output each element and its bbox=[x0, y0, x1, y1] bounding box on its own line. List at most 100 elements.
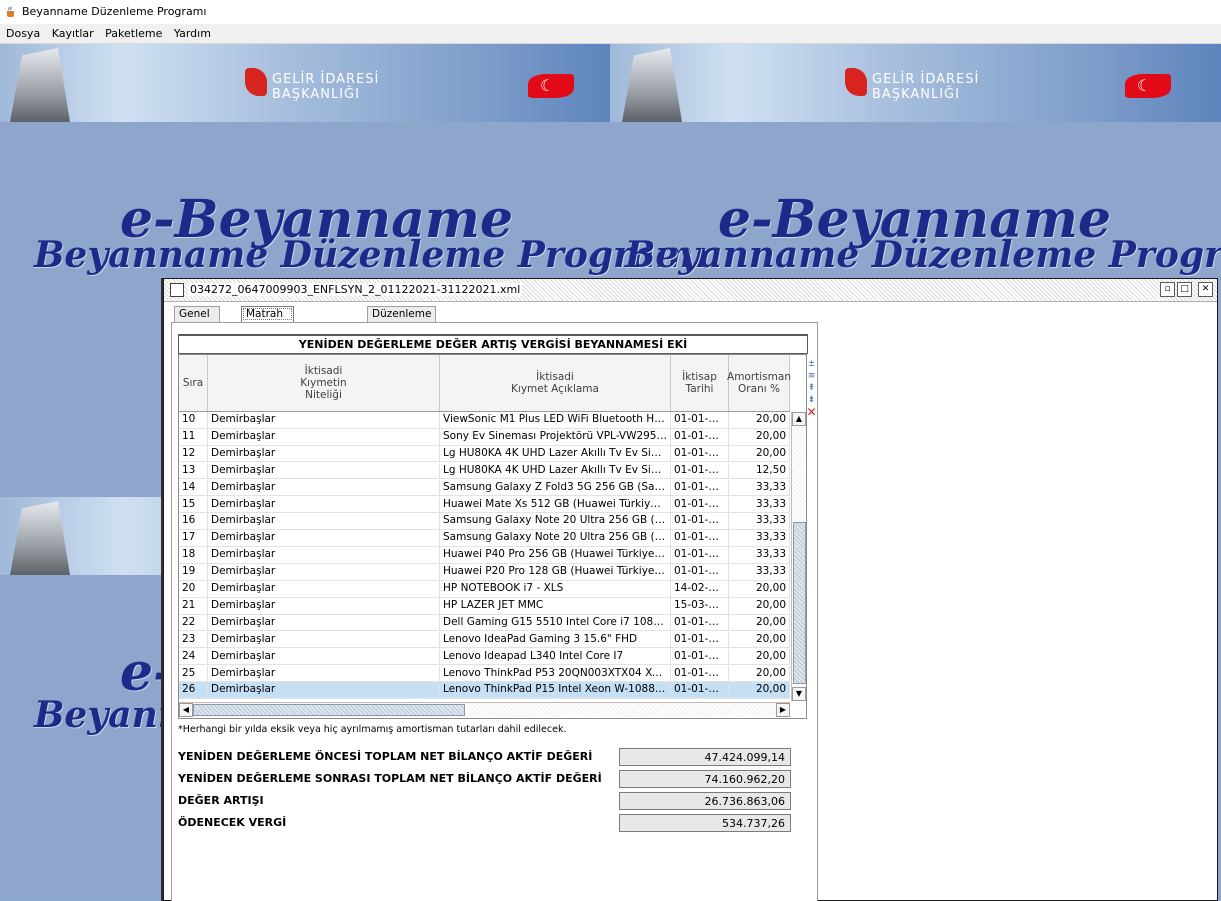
cell-aciklama[interactable]: Dell Gaming G15 5510 Intel Core i7 10870… bbox=[440, 614, 671, 631]
cell-nitelik[interactable]: Demirbaşlar bbox=[208, 665, 440, 682]
cell-tarih[interactable]: 01-01-2021 bbox=[671, 682, 729, 699]
cell-tarih[interactable]: 01-01-2021 bbox=[671, 479, 729, 496]
cell-tarih[interactable]: 01-01-2021 bbox=[671, 648, 729, 665]
menu-dosya[interactable]: Dosya bbox=[6, 24, 40, 43]
cell-oran[interactable]: 33,33 bbox=[729, 547, 790, 563]
col-header-nitelik[interactable]: İktisadi Kıymetin Niteliği bbox=[208, 355, 440, 411]
cell-sira[interactable]: 22 bbox=[179, 614, 208, 631]
menu-yardim[interactable]: Yardım bbox=[174, 24, 211, 43]
cell-nitelik[interactable]: Demirbaşlar bbox=[208, 412, 440, 428]
table-row[interactable]: 16 Demirbaşlar Samsung Galaxy Note 20 Ultr… bbox=[179, 513, 790, 531]
horizontal-scrollbar[interactable]: ◀ ▶ bbox=[179, 702, 790, 717]
cell-oran[interactable]: 20,00 bbox=[729, 597, 790, 614]
cell-oran[interactable]: 20,00 bbox=[729, 412, 790, 428]
vertical-scrollbar[interactable]: ▲ ▼ bbox=[791, 412, 806, 701]
scroll-up-icon[interactable]: ▲ bbox=[792, 412, 806, 426]
cell-sira[interactable]: 13 bbox=[179, 462, 208, 479]
table-row[interactable]: 15 Demirbaşlar Huawei Mate Xs 512 GB (Huaw… bbox=[179, 496, 790, 514]
table-row[interactable]: 18 Demirbaşlar Huawei P40 Pro 256 GB (Huaw… bbox=[179, 547, 790, 564]
table-row[interactable]: 13 Demirbaşlar Lg HU80KA 4K UHD Lazer Akıl… bbox=[179, 462, 790, 480]
table-row[interactable]: 10 Demirbaşlar ViewSonic M1 Plus LED WiFi … bbox=[179, 412, 790, 429]
move-down-icon[interactable]: ⇟ bbox=[806, 395, 817, 405]
table-row[interactable]: 17 Demirbaşlar Samsung Galaxy Note 20 Ultr… bbox=[179, 530, 790, 547]
cell-sira[interactable]: 23 bbox=[179, 631, 208, 648]
cell-sira[interactable]: 20 bbox=[179, 581, 208, 597]
cell-oran[interactable]: 33,33 bbox=[729, 564, 790, 580]
cell-oran[interactable]: 20,00 bbox=[729, 445, 790, 462]
summary-value-odenecek-vergi[interactable]: 534.737,26 bbox=[619, 814, 791, 832]
cell-aciklama[interactable]: Huawei P40 Pro 256 GB (Huawei Türkiye Ga… bbox=[440, 547, 671, 563]
cell-tarih[interactable]: 01-01-2021 bbox=[671, 530, 729, 546]
delete-icon[interactable]: ✕ bbox=[806, 406, 817, 418]
cell-aciklama[interactable]: Lenovo Ideapad L340 Intel Core I7 bbox=[440, 648, 671, 665]
cell-tarih[interactable]: 01-01-2021 bbox=[671, 462, 729, 479]
cell-aciklama[interactable]: Lenovo ThinkPad P53 20QN003XTX04 Xeon bbox=[440, 665, 671, 682]
cell-tarih[interactable]: 01-01-2021 bbox=[671, 496, 729, 513]
cell-aciklama[interactable]: Huawei P20 Pro 128 GB (Huawei Türkiye Ga… bbox=[440, 564, 671, 580]
table-row[interactable]: 22 Demirbaşlar Dell Gaming G15 5510 Intel … bbox=[179, 614, 790, 632]
cell-oran[interactable]: 20,00 bbox=[729, 428, 790, 445]
cell-aciklama[interactable]: Lenovo ThinkPad P15 Intel Xeon W-10885M … bbox=[440, 682, 671, 699]
cell-tarih[interactable]: 01-01-2021 bbox=[671, 513, 729, 530]
cell-oran[interactable]: 20,00 bbox=[729, 581, 790, 597]
cell-tarih[interactable]: 01-01-2021 bbox=[671, 547, 729, 563]
scroll-thumb[interactable] bbox=[193, 704, 465, 716]
cell-tarih[interactable]: 15-03-2018 bbox=[671, 597, 729, 614]
cell-tarih[interactable]: 01-01-2021 bbox=[671, 445, 729, 462]
table-row[interactable]: 20 Demirbaşlar HP NOTEBOOK i7 - XLS 14-02-2… bbox=[179, 581, 790, 598]
cell-oran[interactable]: 33,33 bbox=[729, 496, 790, 513]
cell-nitelik[interactable]: Demirbaşlar bbox=[208, 530, 440, 546]
summary-value-oncesi[interactable]: 47.424.099,14 bbox=[619, 748, 791, 766]
close-icon[interactable]: ✕ bbox=[1198, 282, 1213, 297]
cell-nitelik[interactable]: Demirbaşlar bbox=[208, 648, 440, 665]
cell-aciklama[interactable]: Huawei Mate Xs 512 GB (Huawei Türkiye Ga… bbox=[440, 496, 671, 513]
table-row[interactable]: 26 Demirbaşlar Lenovo ThinkPad P15 Intel X… bbox=[179, 682, 790, 700]
table-row[interactable]: 19 Demirbaşlar Huawei P20 Pro 128 GB (Huaw… bbox=[179, 564, 790, 581]
table-row[interactable]: 12 Demirbaşlar Lg HU80KA 4K UHD Lazer Akıl… bbox=[179, 445, 790, 463]
menu-kayitlar[interactable]: Kayıtlar bbox=[52, 24, 94, 43]
scroll-down-icon[interactable]: ▼ bbox=[792, 687, 806, 701]
summary-value-sonrasi[interactable]: 74.160.962,20 bbox=[619, 770, 791, 788]
scroll-thumb[interactable] bbox=[793, 522, 806, 684]
table-row[interactable]: 11 Demirbaşlar Sony Ev Sineması Projektörü… bbox=[179, 428, 790, 446]
add-row-icon[interactable]: ± bbox=[806, 359, 817, 369]
cell-aciklama[interactable]: Lg HU80KA 4K UHD Lazer Akıllı Tv Ev Sine… bbox=[440, 462, 671, 479]
move-up-icon[interactable]: ⇞ bbox=[806, 383, 817, 393]
table-row[interactable]: 14 Demirbaşlar Samsung Galaxy Z Fold3 5G 2… bbox=[179, 479, 790, 497]
cell-sira[interactable]: 17 bbox=[179, 530, 208, 546]
cell-oran[interactable]: 20,00 bbox=[729, 682, 790, 699]
cell-sira[interactable]: 16 bbox=[179, 513, 208, 530]
cell-aciklama[interactable]: ViewSonic M1 Plus LED WiFi Bluetooth Har… bbox=[440, 412, 671, 428]
tab-duzenleme-bilgileri[interactable]: Düzenleme Bilgileri bbox=[367, 306, 437, 335]
remove-row-icon[interactable]: ≡ bbox=[806, 371, 817, 381]
cell-tarih[interactable]: 01-01-2021 bbox=[671, 564, 729, 580]
cell-oran[interactable]: 33,33 bbox=[729, 530, 790, 546]
cell-nitelik[interactable]: Demirbaşlar bbox=[208, 479, 440, 496]
cell-nitelik[interactable]: Demirbaşlar bbox=[208, 496, 440, 513]
cell-aciklama[interactable]: Samsung Galaxy Z Fold3 5G 256 GB (Samsun… bbox=[440, 479, 671, 496]
cell-aciklama[interactable]: Samsung Galaxy Note 20 Ultra 256 GB (Sam… bbox=[440, 513, 671, 530]
summary-value-deger-artisi[interactable]: 26.736.863,06 bbox=[619, 792, 791, 810]
cell-nitelik[interactable]: Demirbaşlar bbox=[208, 462, 440, 479]
cell-oran[interactable]: 20,00 bbox=[729, 614, 790, 631]
cell-nitelik[interactable]: Demirbaşlar bbox=[208, 547, 440, 563]
cell-oran[interactable]: 20,00 bbox=[729, 648, 790, 665]
cell-tarih[interactable]: 01-01-2021 bbox=[671, 412, 729, 428]
cell-sira[interactable]: 21 bbox=[179, 597, 208, 614]
cell-tarih[interactable]: 01-01-2021 bbox=[671, 665, 729, 682]
cell-tarih[interactable]: 01-01-2021 bbox=[671, 428, 729, 445]
cell-aciklama[interactable]: HP NOTEBOOK i7 - XLS bbox=[440, 581, 671, 597]
document-titlebar[interactable]: 034272_0647009903_ENFLSYN_2_01122021-311… bbox=[164, 279, 1217, 302]
cell-tarih[interactable]: 01-01-2021 bbox=[671, 631, 729, 648]
cell-sira[interactable]: 14 bbox=[179, 479, 208, 496]
cell-nitelik[interactable]: Demirbaşlar bbox=[208, 614, 440, 631]
table-row[interactable]: 25 Demirbaşlar Lenovo ThinkPad P53 20QN003… bbox=[179, 665, 790, 683]
cell-oran[interactable]: 33,33 bbox=[729, 513, 790, 530]
menu-paketleme[interactable]: Paketleme bbox=[105, 24, 162, 43]
cell-oran[interactable]: 20,00 bbox=[729, 665, 790, 682]
cell-aciklama[interactable]: Lenovo IdeaPad Gaming 3 15.6" FHD bbox=[440, 631, 671, 648]
table-row[interactable]: 23 Demirbaşlar Lenovo IdeaPad Gaming 3 15.… bbox=[179, 631, 790, 649]
restore-icon[interactable]: ▫ bbox=[1160, 282, 1175, 297]
cell-nitelik[interactable]: Demirbaşlar bbox=[208, 631, 440, 648]
col-header-aciklama[interactable]: İktisadi Kıymet Açıklama bbox=[440, 355, 671, 411]
